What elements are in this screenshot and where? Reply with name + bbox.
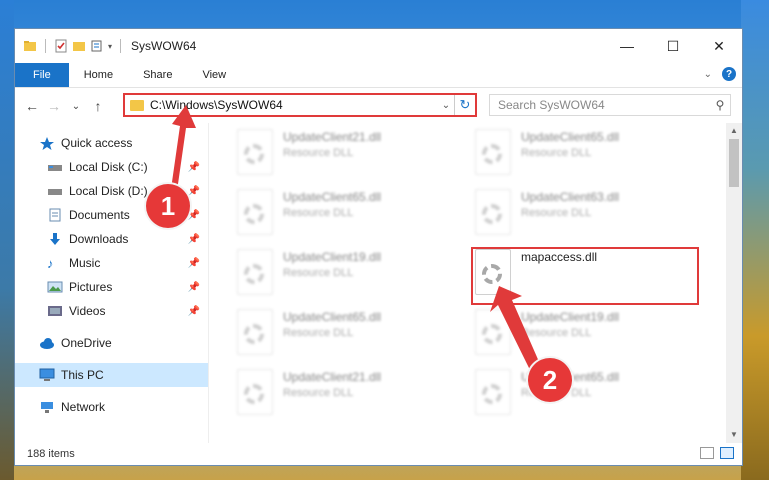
step-1-badge: 1 bbox=[146, 184, 190, 228]
annotation-arrows bbox=[170, 105, 540, 370]
step-2-badge: 2 bbox=[528, 358, 572, 402]
arrow-2-icon bbox=[490, 286, 540, 370]
